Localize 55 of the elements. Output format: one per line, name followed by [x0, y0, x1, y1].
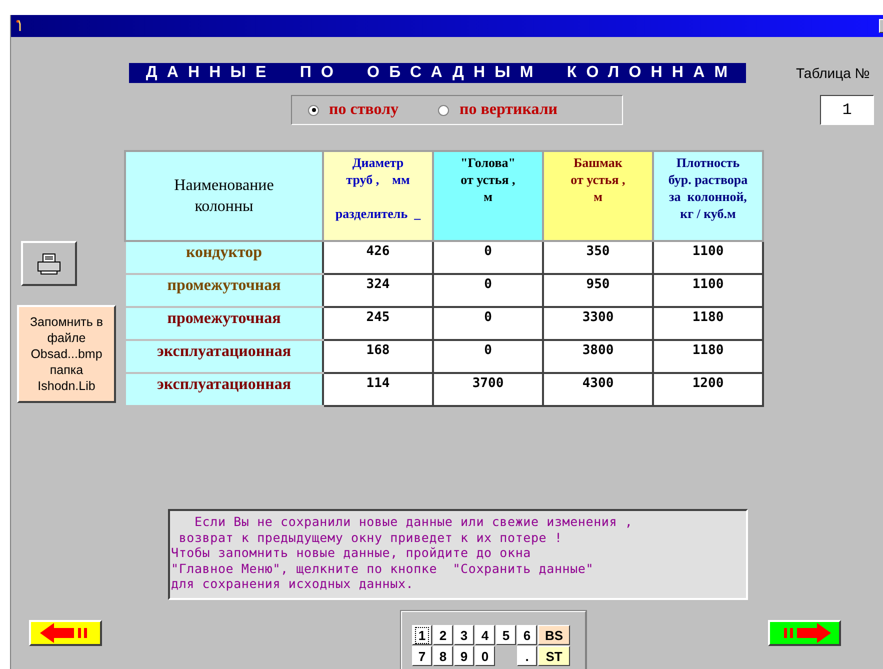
column-header: Наименование колонны: [125, 151, 323, 241]
printer-icon: [35, 252, 63, 276]
keypad-key[interactable]: 3: [454, 625, 474, 645]
table-cell: 950: [543, 274, 653, 307]
back-button[interactable]: [29, 620, 102, 646]
table-cell: 350: [543, 241, 653, 274]
table-cell: 245: [323, 307, 433, 340]
table-cell: 3300: [543, 307, 653, 340]
save-to-file-button[interactable]: Запомнить в файле Obsad...bmp папка Ishodn.Lib: [17, 305, 116, 403]
casing-name-cell: промежуточная: [125, 274, 323, 307]
keypad-key[interactable]: ST: [538, 646, 570, 666]
casing-name-cell: эксплуатационная: [125, 373, 323, 406]
table-cell: 0: [433, 241, 543, 274]
table-number-field[interactable]: 1: [820, 95, 874, 125]
next-button[interactable]: [768, 620, 841, 646]
page-title: ДАННЫЕ ПО ОБСАДНЫМ КОЛОННАМ: [129, 63, 746, 83]
casing-name-cell: эксплуатационная: [125, 340, 323, 373]
column-header: Плотность бур. раствора за колонной, кг / куб.м: [653, 151, 763, 241]
keypad-key[interactable]: 2: [433, 625, 453, 645]
table-cell: 1180: [653, 340, 763, 373]
table-cell: 0: [433, 340, 543, 373]
casing-name-cell: кондуктор: [125, 241, 323, 274]
table-cell: 3800: [543, 340, 653, 373]
print-button[interactable]: [21, 241, 77, 286]
keypad-key[interactable]: 4: [475, 625, 495, 645]
mode-radio[interactable]: по стволу: [308, 101, 398, 119]
keypad-key[interactable]: 0: [475, 646, 495, 666]
table-cell: 1180: [653, 307, 763, 340]
table-cell: 1200: [653, 373, 763, 406]
column-header: Диаметр труб , мм разделитель _: [323, 151, 433, 241]
table-cell: 3700: [433, 373, 543, 406]
table-cell: 0: [433, 274, 543, 307]
column-header: "Голова" от устья , м: [433, 151, 543, 241]
table-cell: 114: [323, 373, 433, 406]
table-cell: 426: [323, 241, 433, 274]
app-icon: [16, 20, 22, 32]
table-cell: 4300: [543, 373, 653, 406]
keypad-key[interactable]: 7: [412, 646, 432, 666]
column-header: Башмак от устья , м: [543, 151, 653, 241]
table-cell: 0: [433, 307, 543, 340]
table-cell: 168: [323, 340, 433, 373]
keypad-key[interactable]: 5: [496, 625, 516, 645]
table-cell: 1100: [653, 274, 763, 307]
warning-message: Если Вы не сохранили новые данные или свежие изменения , возврат к предыдущему окну приведет к их потере ! Чтобы запомнить новые данные, пройдите до окна "Главное Меню", щелкните по кнопке "Сохранить данные" для сохранения исходных данных.: [168, 509, 748, 600]
keypad-key[interactable]: 1: [412, 625, 432, 645]
keypad-key[interactable]: .: [517, 646, 537, 666]
keypad-key[interactable]: 6: [517, 625, 537, 645]
table-number-label: Таблица №: [796, 65, 870, 81]
keypad-key[interactable]: 9: [454, 646, 474, 666]
table-cell: 1100: [653, 241, 763, 274]
keypad-key[interactable]: 8: [433, 646, 453, 666]
table-cell: 324: [323, 274, 433, 307]
mode-radio[interactable]: по вертикали: [438, 101, 558, 119]
keypad-key[interactable]: BS: [538, 625, 570, 645]
casing-name-cell: промежуточная: [125, 307, 323, 340]
